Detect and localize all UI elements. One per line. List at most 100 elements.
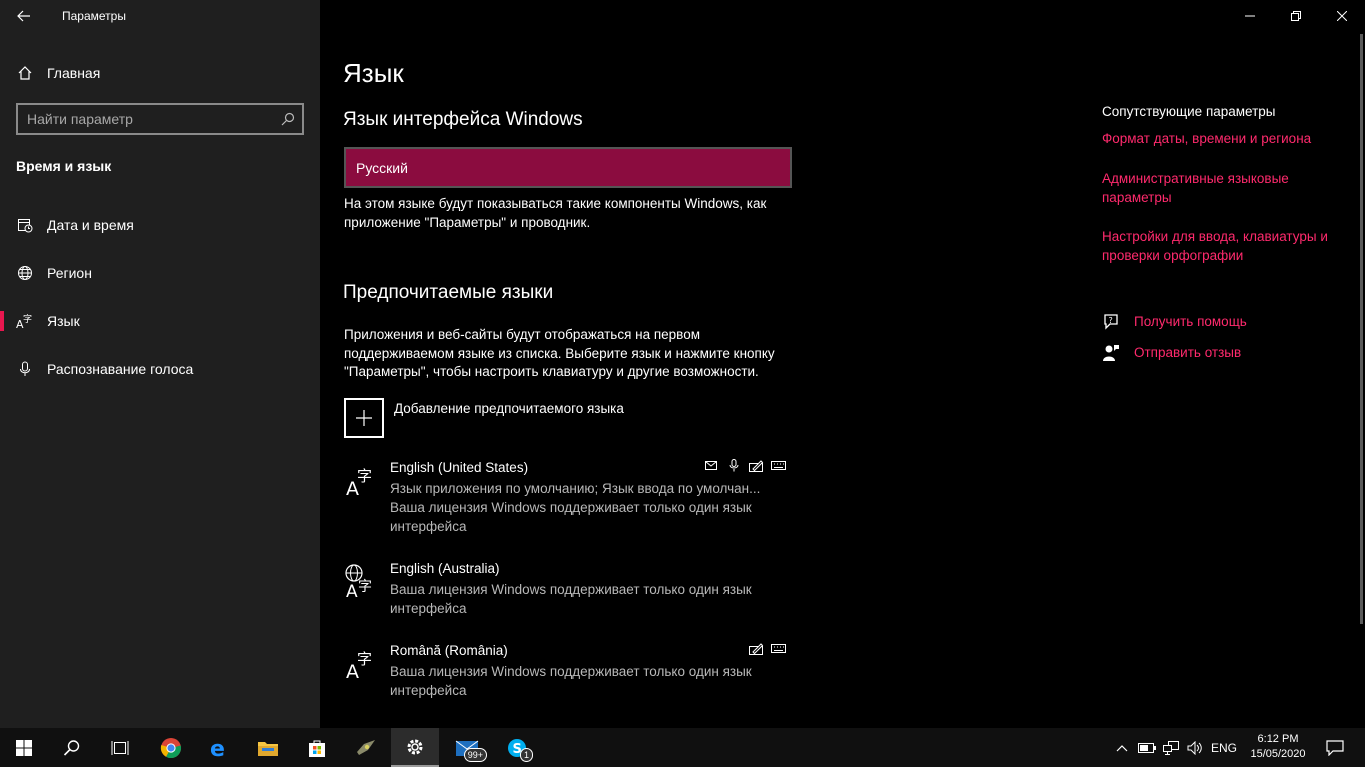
language-features	[748, 641, 786, 655]
get-help-link[interactable]: Получить помощь	[1134, 313, 1365, 332]
help-chat-icon: ?	[1104, 314, 1118, 330]
input-language-button[interactable]: ENG	[1208, 728, 1240, 767]
sidebar: Параметры Главная Время и язык Дата и вр…	[0, 0, 320, 728]
sidebar-item-speech[interactable]: Распознавание голоса	[0, 349, 320, 389]
home-icon	[16, 64, 34, 82]
main-content: Язык Язык интерфейса Windows Русский На …	[320, 0, 1080, 728]
search-input[interactable]	[18, 105, 268, 133]
search-icon	[63, 739, 80, 756]
app-taskbar-button[interactable]	[342, 728, 390, 767]
clock[interactable]: 6:12 PM 15/05/2020	[1248, 732, 1308, 762]
file-explorer-taskbar-button[interactable]	[244, 728, 292, 767]
sidebar-item-label: Дата и время	[47, 217, 134, 233]
folder-icon	[258, 741, 278, 756]
add-language-label: Добавление предпочитаемого языка	[394, 401, 624, 416]
handwriting-icon	[748, 641, 764, 655]
minimize-icon	[1245, 15, 1255, 17]
start-button[interactable]	[0, 728, 48, 767]
language-icon: A字	[16, 312, 34, 330]
active-indicator	[0, 311, 4, 331]
show-hidden-icons-button[interactable]	[1112, 728, 1132, 767]
sidebar-item-label: Главная	[47, 65, 101, 81]
close-button[interactable]	[1319, 0, 1365, 32]
sidebar-item-date-time[interactable]: Дата и время	[0, 205, 320, 245]
link-admin-language[interactable]: Административные языковые параметры	[1102, 170, 1322, 207]
clock-date: 15/05/2020	[1250, 748, 1306, 760]
display-language-icon	[704, 458, 720, 472]
keyboard-icon	[770, 641, 786, 655]
get-help-row[interactable]: ? Получить помощь	[1102, 312, 1352, 332]
language-item-ro-ro[interactable]: A字 Română (România) Ваша лицензия Window…	[344, 641, 794, 703]
sidebar-item-label: Регион	[47, 265, 92, 281]
task-view-icon	[111, 740, 129, 755]
skype-taskbar-button[interactable]: S 1	[493, 728, 541, 767]
display-language-dropdown[interactable]: Русский	[344, 147, 792, 188]
language-globe-icon: A字	[345, 564, 372, 599]
taskbar: e 99+ S 1 ENG 6:12 PM 15/05/2020	[0, 728, 1365, 767]
send-feedback-link[interactable]: Отправить отзыв	[1134, 344, 1365, 363]
search-icon[interactable]	[280, 111, 296, 127]
send-feedback-row[interactable]: Отправить отзыв	[1102, 343, 1352, 363]
store-taskbar-button[interactable]	[293, 728, 341, 767]
clock-time: 6:12 PM	[1257, 733, 1299, 745]
link-date-time-region[interactable]: Формат даты, времени и региона	[1102, 130, 1342, 149]
mail-taskbar-button[interactable]: 99+	[443, 728, 491, 767]
feedback-icon	[1103, 345, 1119, 361]
back-arrow-icon	[17, 10, 30, 22]
language-name: English (Australia)	[390, 561, 500, 576]
language-status: Язык приложения по умолчанию; Язык ввода…	[390, 481, 761, 496]
display-language-heading: Язык интерфейса Windows	[343, 109, 583, 130]
sidebar-item-label: Язык	[47, 313, 80, 329]
speaker-icon	[1187, 740, 1202, 755]
related-settings-title: Сопутствующие параметры	[1102, 104, 1276, 119]
minimize-button[interactable]	[1227, 0, 1273, 32]
language-name: Română (România)	[390, 643, 508, 658]
edge-icon: e	[210, 737, 225, 759]
speech-icon	[726, 458, 742, 472]
calendar-clock-icon	[16, 216, 34, 234]
gear-icon	[407, 739, 423, 754]
notification-icon	[1326, 739, 1344, 756]
display-language-description: На этом языке будут показываться такие к…	[344, 196, 767, 230]
maximize-button[interactable]	[1273, 0, 1319, 32]
plus-icon	[344, 398, 384, 438]
sidebar-item-home[interactable]: Главная	[0, 58, 320, 88]
handwriting-icon	[748, 458, 764, 472]
sidebar-item-language[interactable]: A字 Язык	[0, 301, 320, 341]
language-icon: A字	[346, 467, 372, 498]
svg-text:字: 字	[358, 579, 372, 595]
network-button[interactable]	[1160, 728, 1182, 767]
close-icon	[1337, 11, 1347, 21]
add-language-button[interactable]: Добавление предпочитаемого языка	[344, 398, 794, 438]
svg-text:字: 字	[23, 313, 32, 325]
settings-taskbar-button[interactable]	[391, 728, 439, 767]
battery-icon	[1138, 742, 1156, 753]
battery-button[interactable]	[1136, 728, 1158, 767]
page-title: Язык	[343, 58, 404, 88]
edge-taskbar-button[interactable]: e	[196, 728, 244, 767]
chrome-taskbar-button[interactable]	[147, 728, 195, 767]
language-item-en-us[interactable]: A字 English (United States) Язык приложен…	[344, 458, 794, 538]
task-view-button[interactable]	[96, 728, 144, 767]
back-button[interactable]	[10, 4, 38, 28]
window-controls	[1227, 0, 1365, 32]
sidebar-item-region[interactable]: Регион	[0, 253, 320, 293]
display-language-value: Русский	[356, 160, 408, 176]
action-center-button[interactable]	[1318, 728, 1352, 767]
svg-text:?: ?	[1109, 316, 1113, 325]
windows-logo-icon	[16, 739, 32, 756]
svg-text:e: e	[210, 737, 225, 759]
taskbar-search-button[interactable]	[48, 728, 96, 767]
svg-text:字: 字	[357, 467, 372, 485]
skype-badge: 1	[519, 748, 533, 762]
scrollbar[interactable]	[1360, 34, 1363, 624]
chrome-icon	[160, 737, 182, 758]
section-heading: Время и язык	[16, 158, 112, 174]
mail-badge: 99+	[463, 748, 487, 762]
language-item-en-au[interactable]: A字 English (Australia) Ваша лицензия Win…	[344, 561, 794, 621]
settings-window: Параметры Главная Время и язык Дата и вр…	[0, 0, 1365, 728]
language-license-note: Ваша лицензия Windows поддерживает тольк…	[390, 500, 752, 534]
volume-button[interactable]	[1184, 728, 1206, 767]
language-license-note: Ваша лицензия Windows поддерживает тольк…	[390, 664, 752, 698]
link-typing-keyboard[interactable]: Настройки для ввода, клавиатуры и провер…	[1102, 228, 1342, 265]
